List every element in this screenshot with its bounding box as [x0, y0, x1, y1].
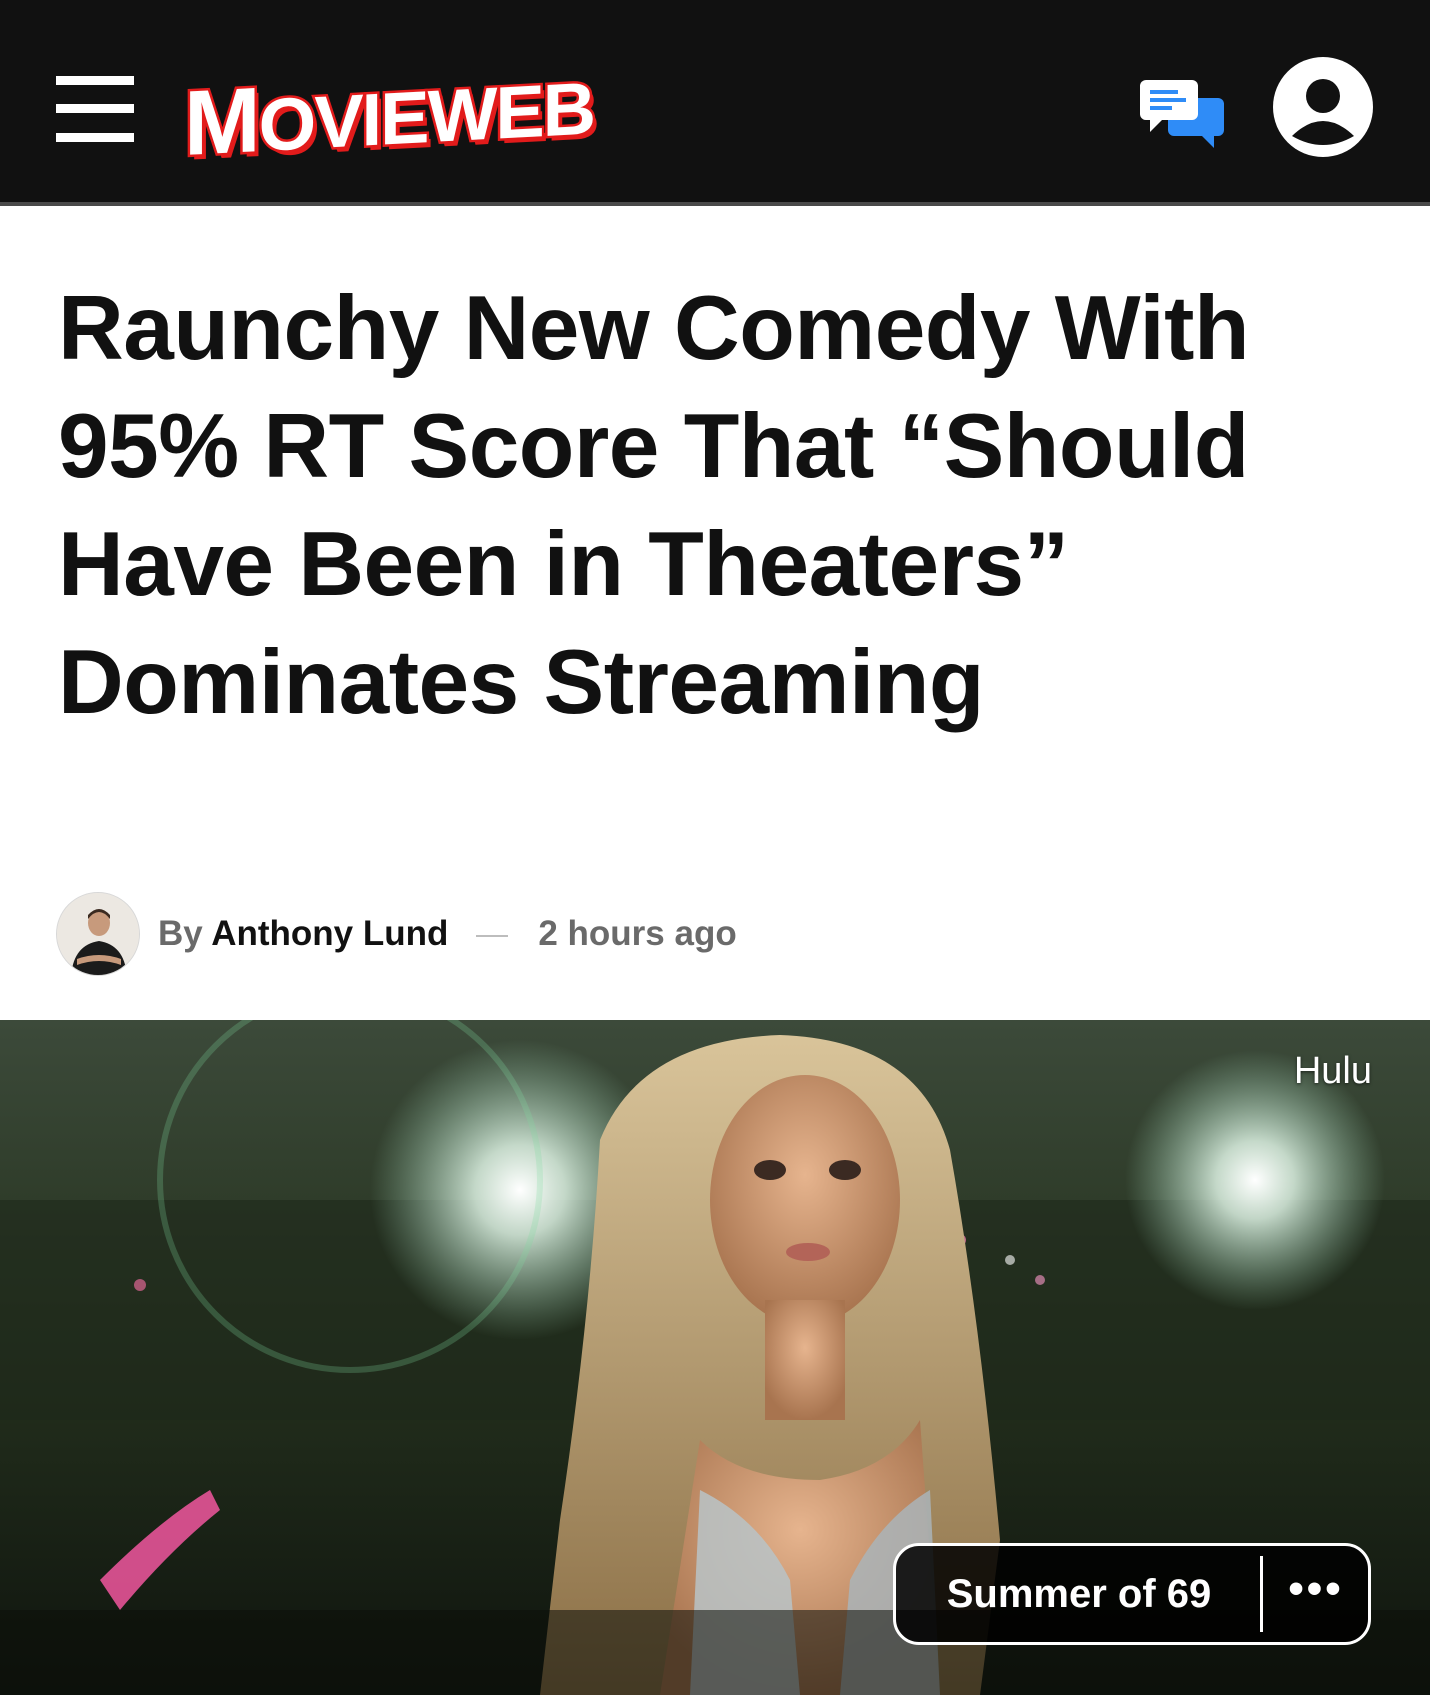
logo-wordmark: MOVIEWEB	[182, 64, 597, 177]
article-title: Raunchy New Comedy With 95% RT Score Tha…	[58, 278, 1250, 733]
image-credit: Hulu	[1293, 1050, 1372, 1092]
byline-prefix: By	[158, 914, 203, 953]
related-tag-pill: Summer of 69 •••	[893, 1543, 1371, 1645]
tag-summer-of-69[interactable]: Summer of 69	[896, 1546, 1262, 1642]
byline-divider	[476, 934, 509, 937]
hamburger-menu-icon[interactable]	[56, 76, 134, 142]
author-avatar[interactable]	[56, 892, 140, 976]
site-header: MOVIEWEB	[0, 0, 1430, 206]
hero-image: Hulu Summer of 69 •••	[0, 1020, 1430, 1695]
byline: By Anthony Lund 2 hours ago	[56, 892, 956, 978]
author-link[interactable]: Anthony Lund	[211, 914, 448, 953]
tag-divider	[1260, 1556, 1263, 1632]
byline-text: By Anthony Lund 2 hours ago	[158, 912, 737, 956]
chat-bubbles-icon[interactable]	[1138, 78, 1226, 148]
user-avatar-icon[interactable]	[1272, 56, 1374, 158]
publish-time: 2 hours ago	[538, 914, 737, 953]
more-options-icon[interactable]: •••	[1264, 1546, 1368, 1642]
site-logo[interactable]: MOVIEWEB	[180, 52, 720, 177]
